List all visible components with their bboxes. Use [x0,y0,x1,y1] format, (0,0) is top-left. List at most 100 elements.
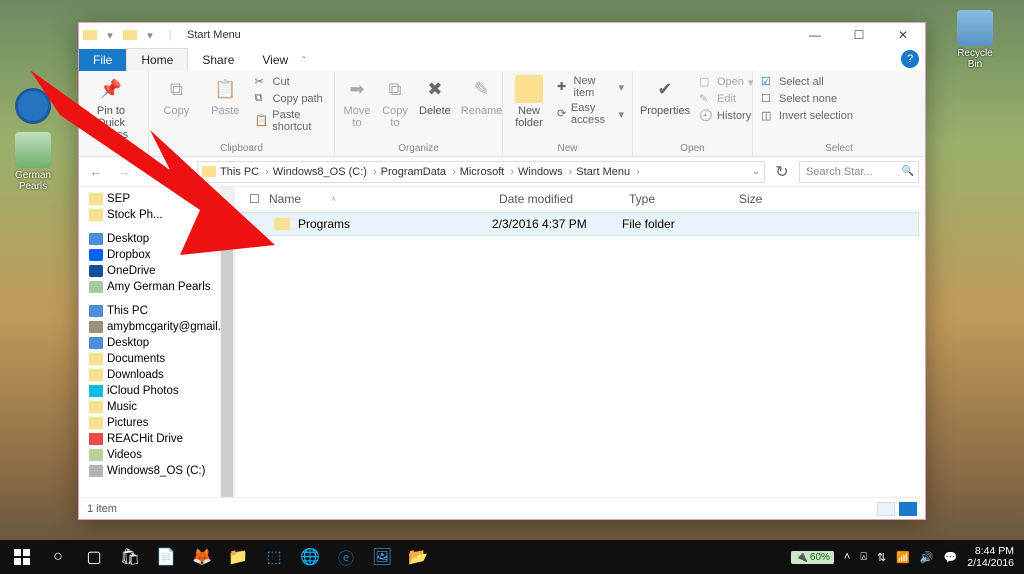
copy-button[interactable]: ⧉Copy [157,75,196,117]
column-checkbox[interactable]: ☐ [241,192,261,206]
taskbar-edge[interactable]: ⓔ [328,540,364,574]
copy-to-button[interactable]: ⧉Copy to [381,75,409,129]
tray-battery[interactable]: 🔌60% [791,551,833,564]
task-view-button[interactable]: ▢ [76,540,112,574]
qat-props-icon[interactable] [123,28,137,42]
taskbar-app-8[interactable]: 🖼 [364,540,400,574]
crumb-this-pc[interactable]: This PC [220,166,269,178]
tree-item[interactable]: SEP [89,191,234,207]
tray-action-center-icon[interactable]: 💬 [944,551,958,564]
tray-volume-icon[interactable]: 🔊 [920,551,934,564]
view-details-button[interactable] [899,502,917,516]
qat-overflow-icon[interactable]: ▾ [143,28,157,42]
close-button[interactable]: ✕ [881,23,925,47]
qat-down-icon[interactable]: ▾ [103,28,117,42]
crumb-programdata[interactable]: ProgramData [381,166,456,178]
copy-path-button[interactable]: ⧉Copy path [255,92,326,106]
tab-share[interactable]: Share [188,49,248,71]
qat-folder-icon[interactable] [83,28,97,42]
pin-quick-access-button[interactable]: 📌 Pin to Quick access [87,75,135,141]
collapse-ribbon-icon[interactable]: ˆ [302,56,305,67]
easy-access-button[interactable]: ⟳Easy access▾ [557,102,624,126]
crumb-microsoft[interactable]: Microsoft [460,166,514,178]
delete-button[interactable]: ✖Delete [419,75,451,117]
tree-item-icon [89,281,103,293]
tree-item[interactable]: Music [89,399,234,415]
tree-item[interactable]: Documents [89,351,234,367]
rename-button[interactable]: ✎Rename [461,75,503,117]
nav-back-button[interactable]: ← [85,161,107,183]
paste-shortcut-button[interactable]: 📋Paste shortcut [255,109,326,133]
taskbar-app-4[interactable]: 📁 [220,540,256,574]
select-none-button[interactable]: ☐Select none [761,92,853,106]
tray-shield-icon[interactable]: ⍓ [860,551,867,564]
crumb-start-menu[interactable]: Start Menu [576,166,639,178]
invert-selection-button[interactable]: ◫Invert selection [761,109,853,123]
crumb-windows[interactable]: Windows [518,166,572,178]
tree-scroll-handle[interactable] [221,243,233,497]
desktop-icon-recycle-bin[interactable]: Recycle Bin [952,10,998,70]
edit-button[interactable]: ✎Edit [699,92,753,106]
taskbar-app-1[interactable]: 🛍 [112,540,148,574]
tree-item[interactable]: REACHit Drive [89,431,234,447]
maximize-button[interactable]: ☐ [837,23,881,47]
tree-item[interactable]: iCloud Photos [89,383,234,399]
tree-item[interactable]: OneDrive [89,263,234,279]
tree-item[interactable]: This PC [89,303,234,319]
new-folder-button[interactable]: New folder [511,75,547,129]
tree-item[interactable]: Desktop [89,335,234,351]
column-size[interactable]: Size [731,192,801,206]
cut-button[interactable]: ✂Cut [255,75,326,89]
tray-wifi-icon[interactable]: 📶 [896,551,910,564]
nav-up-button[interactable]: ↑ [169,161,191,183]
select-all-button[interactable]: ☑Select all [761,75,853,89]
view-thumbnails-button[interactable] [877,502,895,516]
taskbar-explorer[interactable]: 📂 [400,540,436,574]
taskbar-firefox[interactable]: 🦊 [184,540,220,574]
taskbar-app-2[interactable]: 📄 [148,540,184,574]
tree-item[interactable]: Stock Ph... [89,207,234,223]
tree-item[interactable]: Desktop [89,231,234,247]
search-input[interactable]: Search Star... [799,161,919,183]
group-organize-label: Organize [343,143,494,154]
tree-item-label: Desktop [107,233,149,245]
breadcrumb[interactable]: This PC Windows8_OS (C:) ProgramData Mic… [197,161,765,183]
tree-item[interactable]: Pictures [89,415,234,431]
tree-item[interactable]: Downloads [89,367,234,383]
tree-item[interactable]: Videos [89,447,234,463]
tray-clock[interactable]: 8:44 PM 2/14/2016 [967,545,1014,569]
tab-file[interactable]: File [79,49,126,71]
paste-button[interactable]: 📋Paste [206,75,245,117]
tree-item[interactable]: Amy German Pearls [89,279,234,295]
refresh-button[interactable]: ↻ [771,162,793,182]
column-type[interactable]: Type [621,192,731,206]
nav-recent-button[interactable]: ▾ [141,161,163,183]
properties-button[interactable]: ✔Properties [641,75,689,117]
taskbar-chrome[interactable]: 🌐 [292,540,328,574]
start-button[interactable] [4,540,40,574]
tray-network-icon[interactable]: ⇅ [877,551,886,564]
tree-item[interactable]: amybmcgarity@gmail.com [89,319,234,335]
nav-forward-button[interactable]: → [113,161,135,183]
column-name[interactable]: Name˄ [261,192,491,206]
tree-item-label: Videos [107,449,142,461]
taskbar-app-5[interactable]: ⬚ [256,540,292,574]
cortana-button[interactable]: ○ [40,540,76,574]
open-button[interactable]: ▢Open▾ [699,75,753,89]
move-to-button[interactable]: ➡Move to [343,75,371,129]
tree-item[interactable]: Windows8_OS (C:) [89,463,234,479]
help-button[interactable]: ? [901,50,919,68]
table-row[interactable]: Programs 2/3/2016 4:37 PM File folder [235,212,919,236]
crumb-drive[interactable]: Windows8_OS (C:) [273,166,377,178]
new-item-button[interactable]: ✚New item▾ [557,75,624,99]
column-date[interactable]: Date modified [491,192,621,206]
tree-item-icon [89,433,103,445]
tab-home[interactable]: Home [126,48,188,71]
history-button[interactable]: 🕘History [699,109,753,123]
tray-overflow-icon[interactable]: ˄ [844,551,850,563]
tab-view[interactable]: View [248,49,302,71]
tree-item[interactable]: Dropbox [89,247,234,263]
desktop-icon-german-pearls[interactable]: German Pearls [10,132,56,192]
breadcrumb-dropdown-icon[interactable]: ⌄ [752,166,760,177]
minimize-button[interactable]: — [793,23,837,47]
